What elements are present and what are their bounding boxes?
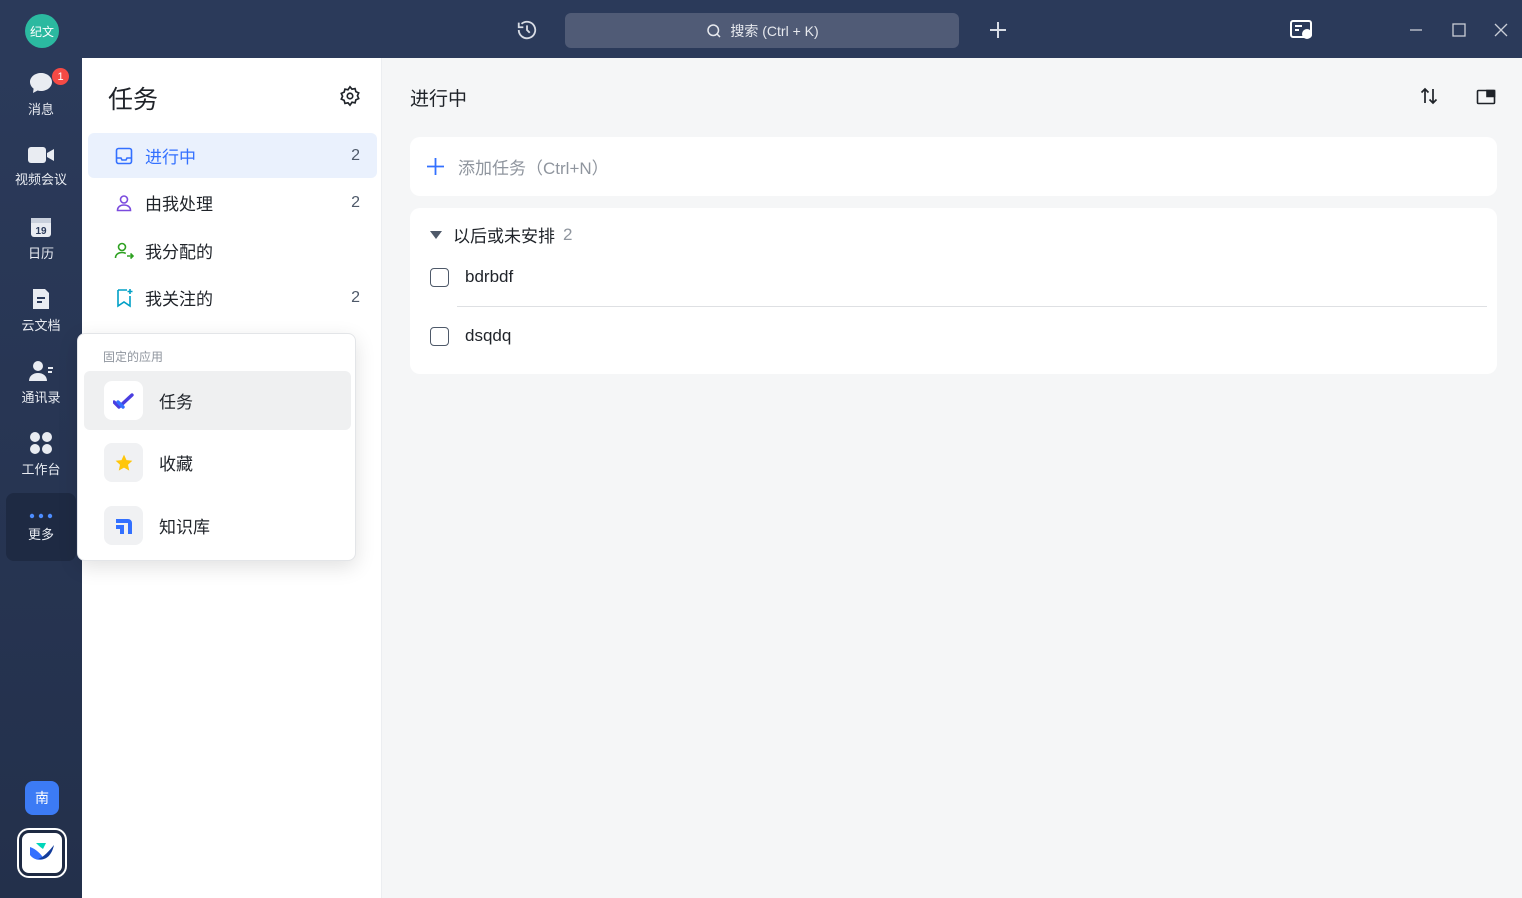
plus-icon: [427, 158, 444, 175]
doc-icon: [33, 288, 49, 309]
task-group-card: 以后或未安排 2 bdrbdf dsqdq: [410, 208, 1497, 374]
task-group-label: 以后或未安排: [453, 227, 555, 246]
rail-label: 云文档: [21, 317, 61, 333]
task-checkbox[interactable]: [430, 326, 449, 346]
bookmark-icon: [114, 288, 134, 308]
plus-icon[interactable]: [985, 17, 1011, 43]
inbox-icon: [114, 146, 134, 166]
nav-item-count: 2: [351, 146, 360, 164]
minimize-icon[interactable]: [1403, 17, 1429, 43]
page-title: 进行中: [410, 89, 468, 110]
app-logo-button[interactable]: [19, 830, 65, 876]
star-icon: [104, 443, 143, 482]
nav-item-in-progress[interactable]: 进行中 2: [88, 133, 377, 178]
calendar-icon: 19: [31, 217, 51, 237]
contacts-icon: [29, 360, 53, 381]
app-rail: 消息 1 视频会议 19 日历 云文档 通讯录 工作台 更多 南: [0, 58, 82, 898]
search-input[interactable]: 搜索 (Ctrl + K): [565, 13, 959, 48]
task-group-count: 2: [563, 224, 573, 244]
person-icon: [114, 193, 134, 213]
task-checkbox[interactable]: [430, 267, 449, 287]
rail-label: 视频会议: [14, 171, 67, 187]
title-bar: 纪文 搜索 (Ctrl + K): [0, 0, 1522, 58]
assign-icon: [114, 241, 134, 261]
rail-item-contacts[interactable]: 通讯录: [6, 348, 76, 416]
rail-label: 工作台: [21, 461, 61, 477]
sidebar-title: 任务: [108, 86, 159, 114]
rail-label: 日历: [27, 245, 54, 261]
search-placeholder: 搜索 (Ctrl + K): [730, 22, 819, 39]
close-icon[interactable]: [1488, 17, 1514, 43]
task-title[interactable]: dsqdq: [465, 326, 511, 346]
divider: [457, 306, 1487, 307]
task-title[interactable]: bdrbdf: [465, 267, 513, 287]
task-row[interactable]: bdrbdf: [430, 262, 513, 292]
pinned-app-tasks[interactable]: 任务: [84, 371, 351, 430]
pinned-app-label: 收藏: [159, 455, 193, 474]
main-panel: 进行中 添加任务（Ctrl+N） 以后或未安排 2 bdrbdf dsqdq: [383, 58, 1522, 898]
rail-item-messages[interactable]: 消息 1: [6, 60, 76, 128]
history-icon[interactable]: [514, 17, 540, 43]
video-icon: [28, 146, 54, 163]
open-window-icon[interactable]: [1473, 83, 1499, 109]
nav-item-count: 2: [351, 288, 360, 306]
maximize-icon[interactable]: [1446, 17, 1472, 43]
rail-label: 更多: [27, 526, 54, 542]
rail-item-docs[interactable]: 云文档: [6, 276, 76, 344]
gear-icon[interactable]: [337, 83, 363, 109]
pinned-apps-popup: 固定的应用 任务 收藏 知识库: [77, 333, 356, 561]
wiki-icon: [104, 506, 143, 545]
rail-item-calendar[interactable]: 19 日历: [6, 204, 76, 272]
add-task-placeholder: 添加任务（Ctrl+N）: [458, 159, 609, 178]
nav-item-label: 我分配的: [145, 243, 213, 262]
task-group-header[interactable]: 以后或未安排 2: [430, 222, 572, 247]
workplace-icon: [30, 431, 52, 454]
add-task-input[interactable]: 添加任务（Ctrl+N）: [410, 137, 1497, 196]
collapse-triangle-icon[interactable]: [430, 230, 442, 239]
nav-item-label: 我关注的: [145, 290, 213, 309]
rail-item-workplace[interactable]: 工作台: [6, 420, 76, 488]
rail-label: 消息: [27, 101, 54, 117]
task-row[interactable]: dsqdq: [430, 321, 511, 351]
user-avatar[interactable]: 纪文: [25, 14, 59, 48]
nav-item-assigned-to-me[interactable]: 由我处理 2: [88, 180, 377, 225]
popup-header: 固定的应用: [103, 350, 164, 364]
feishu-logo-icon: [30, 843, 54, 860]
svg-text:19: 19: [35, 226, 47, 237]
rail-label: 通讯录: [21, 389, 61, 405]
pinned-app-label: 知识库: [159, 518, 210, 537]
search-icon: [707, 23, 721, 38]
org-avatar[interactable]: 南: [25, 781, 59, 815]
message-icon: [30, 72, 52, 93]
nav-item-assigned-by-me[interactable]: 我分配的: [88, 228, 377, 273]
sort-icon[interactable]: [1416, 83, 1442, 109]
pinned-app-favorites[interactable]: 收藏: [84, 433, 351, 492]
nav-item-count: 2: [351, 193, 360, 211]
more-icon: [29, 513, 53, 518]
rail-item-video-meeting[interactable]: 视频会议: [6, 132, 76, 200]
nav-item-label: 由我处理: [145, 195, 213, 214]
rail-item-more[interactable]: 更多: [6, 493, 76, 561]
help-desk-icon[interactable]: [1288, 17, 1316, 43]
pinned-app-label: 任务: [159, 393, 193, 412]
task-check-icon: [104, 381, 143, 420]
nav-item-label: 进行中: [145, 148, 196, 167]
pinned-app-wiki[interactable]: 知识库: [84, 496, 351, 555]
nav-item-following[interactable]: 我关注的 2: [88, 275, 377, 320]
unread-badge: 1: [52, 68, 69, 85]
